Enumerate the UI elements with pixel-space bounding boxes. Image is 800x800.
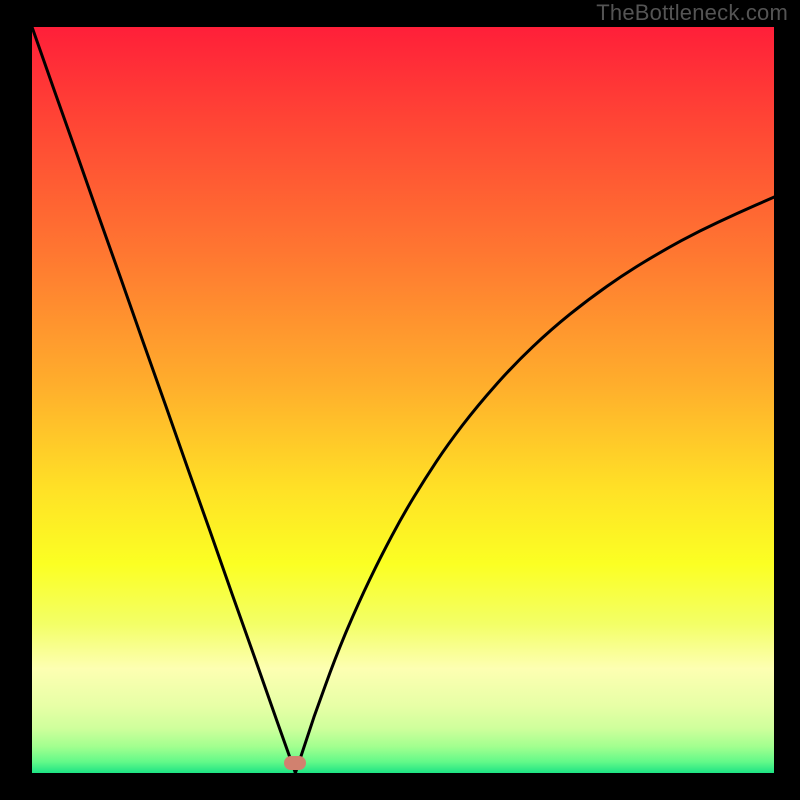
watermark-text: TheBottleneck.com (596, 0, 788, 26)
plot-area (32, 27, 774, 773)
bottleneck-curve (32, 27, 774, 773)
chart-frame: TheBottleneck.com (0, 0, 800, 800)
optimal-point-marker (284, 756, 306, 770)
